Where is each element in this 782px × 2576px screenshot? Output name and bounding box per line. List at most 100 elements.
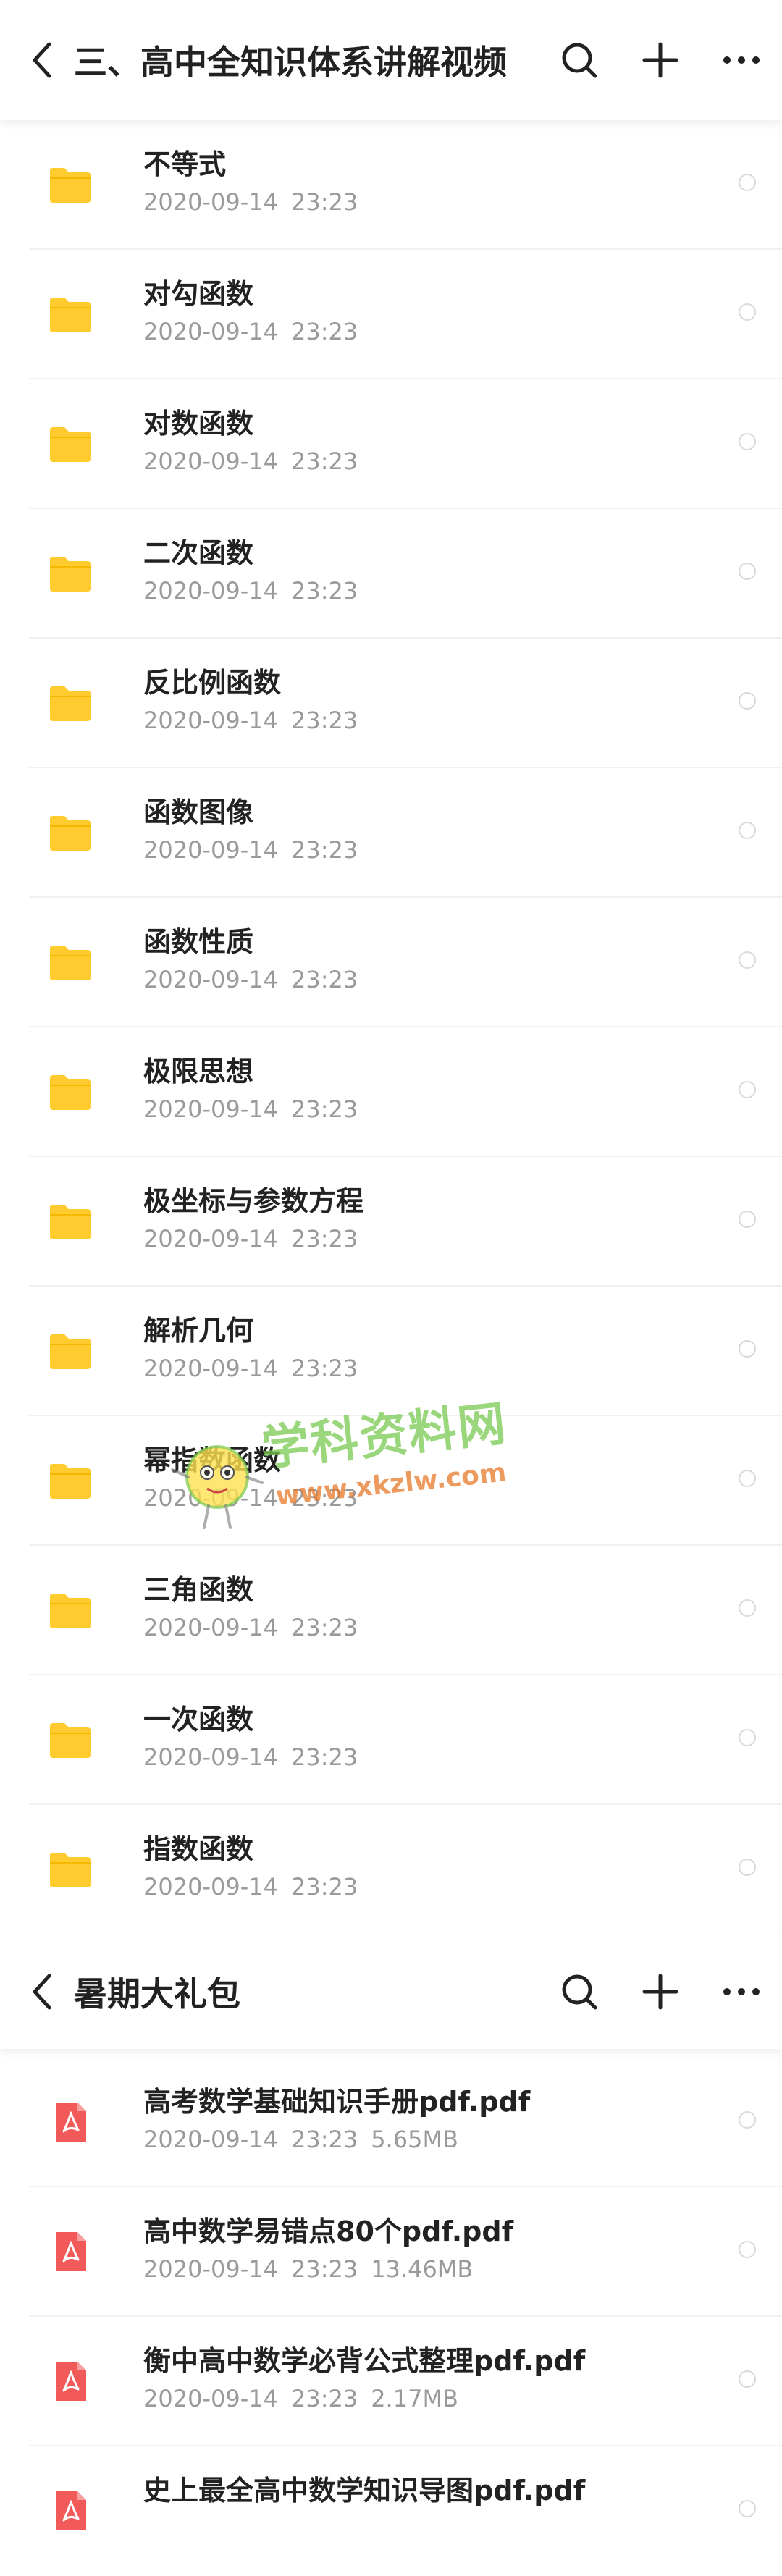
item-date: 2020-09-14 [143,1873,278,1901]
item-date: 2020-09-14 [143,966,278,993]
list-item[interactable]: 不等式 2020-09-14 23:23 [29,120,782,250]
item-name: 史上最全高中数学知识导图pdf.pdf [143,2475,586,2506]
item-meta: 2020-09-14 23:23 [143,1225,358,1253]
select-radio[interactable] [739,2111,756,2129]
item-time: 23:23 [290,1095,358,1123]
item-name: 解析几何 [143,1315,254,1347]
item-meta: 2020-09-14 23:23 [143,707,358,734]
folder-icon [48,165,93,204]
list-item[interactable]: 一次函数 2020-09-14 23:23 [29,1675,782,1805]
search-button[interactable] [559,1971,600,2012]
item-time: 23:23 [290,1355,358,1382]
folder-icon [48,813,93,852]
folder-icon [48,295,93,334]
file-list-section1: 不等式 2020-09-14 23:23 对勾函数 2020-09-14 23:23… [0,120,782,1935]
folder-icon [48,1072,93,1111]
select-radio[interactable] [739,822,756,839]
item-time: 23:23 [290,1743,358,1771]
list-item[interactable]: 二次函数 2020-09-14 23:23 [29,509,782,639]
list-item[interactable]: 函数性质 2020-09-14 23:23 [29,898,782,1027]
select-radio[interactable] [739,1470,756,1487]
folder-icon [48,683,93,723]
list-item[interactable]: 三角函数 2020-09-14 23:23 [29,1546,782,1675]
select-radio[interactable] [739,2370,756,2388]
folder-icon [48,424,93,463]
list-item[interactable]: 幂指数函数 2020-09-14 23:23 [29,1416,782,1546]
item-size: 13.46MB [371,2255,474,2283]
more-icon [723,1988,760,1995]
list-item[interactable]: 衡中高中数学必背公式整理pdf.pdf 2020-09-14 23:23 2.17M… [29,2317,782,2446]
back-button[interactable] [22,1971,62,2012]
select-radio[interactable] [739,433,756,450]
select-radio[interactable] [739,2241,756,2258]
item-name: 高中数学易错点80个pdf.pdf [143,2215,514,2247]
list-item[interactable]: 高考数学基础知识手册pdf.pdf 2020-09-14 23:23 5.65MB [29,2058,782,2187]
header-section1: 三、高中全知识体系讲解视频 [0,0,782,120]
select-radio[interactable] [739,303,756,321]
select-radio[interactable] [739,2500,756,2517]
item-name: 二次函数 [143,537,254,569]
select-radio[interactable] [739,563,756,580]
folder-icon [48,1720,93,1759]
add-button[interactable] [640,40,681,80]
item-date: 2020-09-14 [143,447,278,475]
search-button[interactable] [559,40,600,80]
add-button[interactable] [640,1971,681,2012]
list-item[interactable]: 指数函数 2020-09-14 23:23 [29,1805,782,1935]
select-radio[interactable] [739,1599,756,1617]
item-time: 23:23 [290,2385,358,2412]
pdf-icon [48,2232,93,2271]
list-item[interactable]: 解析几何 2020-09-14 23:23 [29,1287,782,1416]
item-date: 2020-09-14 [143,1355,278,1382]
select-radio[interactable] [739,692,756,710]
item-meta: 2020-09-14 23:23 [143,966,358,993]
back-arrow-icon [33,1974,51,2010]
folder-icon [48,1850,93,1889]
list-item[interactable]: 函数图像 2020-09-14 23:23 [29,768,782,898]
item-time: 23:23 [290,836,358,864]
item-name: 一次函数 [143,1704,254,1735]
item-time: 23:23 [290,188,358,216]
list-item[interactable]: 高中数学易错点80个pdf.pdf 2020-09-14 23:23 13.46MB [29,2187,782,2317]
item-time: 23:23 [290,1225,358,1253]
item-time: 23:23 [290,966,358,993]
list-item[interactable]: 极限思想 2020-09-14 23:23 [29,1027,782,1157]
select-radio[interactable] [739,951,756,969]
select-radio[interactable] [739,1729,756,1746]
item-time: 23:23 [290,577,358,605]
item-name: 反比例函数 [143,667,282,699]
item-time: 23:23 [290,318,358,345]
header-section2: 暑期大礼包 [0,1935,782,2049]
select-radio[interactable] [739,1340,756,1358]
list-item[interactable]: 对勾函数 2020-09-14 23:23 [29,250,782,379]
back-button[interactable] [22,40,62,80]
select-radio[interactable] [739,174,756,191]
item-date: 2020-09-14 [143,2255,278,2283]
item-name: 不等式 [143,148,227,180]
select-radio[interactable] [739,1081,756,1098]
list-item[interactable]: 史上最全高中数学知识导图pdf.pdf [29,2446,782,2576]
item-date: 2020-09-14 [143,188,278,216]
more-button[interactable] [721,1971,762,2012]
select-radio[interactable] [739,1211,756,1228]
item-meta: 2020-09-14 23:23 [143,836,358,864]
list-item[interactable]: 对数函数 2020-09-14 23:23 [29,379,782,509]
item-date: 2020-09-14 [143,1225,278,1253]
select-radio[interactable] [739,1859,756,1876]
folder-icon [48,1461,93,1500]
search-icon [562,1974,597,2010]
item-meta: 2020-09-14 23:23 [143,447,358,475]
pdf-icon [48,2362,93,2401]
screen: 三、高中全知识体系讲解视频 不等式 2020-09-14 23:23 对勾函数 … [0,0,782,2576]
item-date: 2020-09-14 [143,577,278,605]
item-time: 23:23 [290,447,358,475]
plus-icon [642,42,678,78]
item-meta: 2020-09-14 23:23 13.46MB [143,2255,473,2283]
folder-icon [48,1591,93,1630]
folder-icon [48,943,93,982]
list-item[interactable]: 极坐标与参数方程 2020-09-14 23:23 [29,1157,782,1287]
more-icon [723,56,760,64]
more-button[interactable] [721,40,762,80]
item-meta: 2020-09-14 23:23 [143,1355,358,1382]
list-item[interactable]: 反比例函数 2020-09-14 23:23 [29,639,782,768]
